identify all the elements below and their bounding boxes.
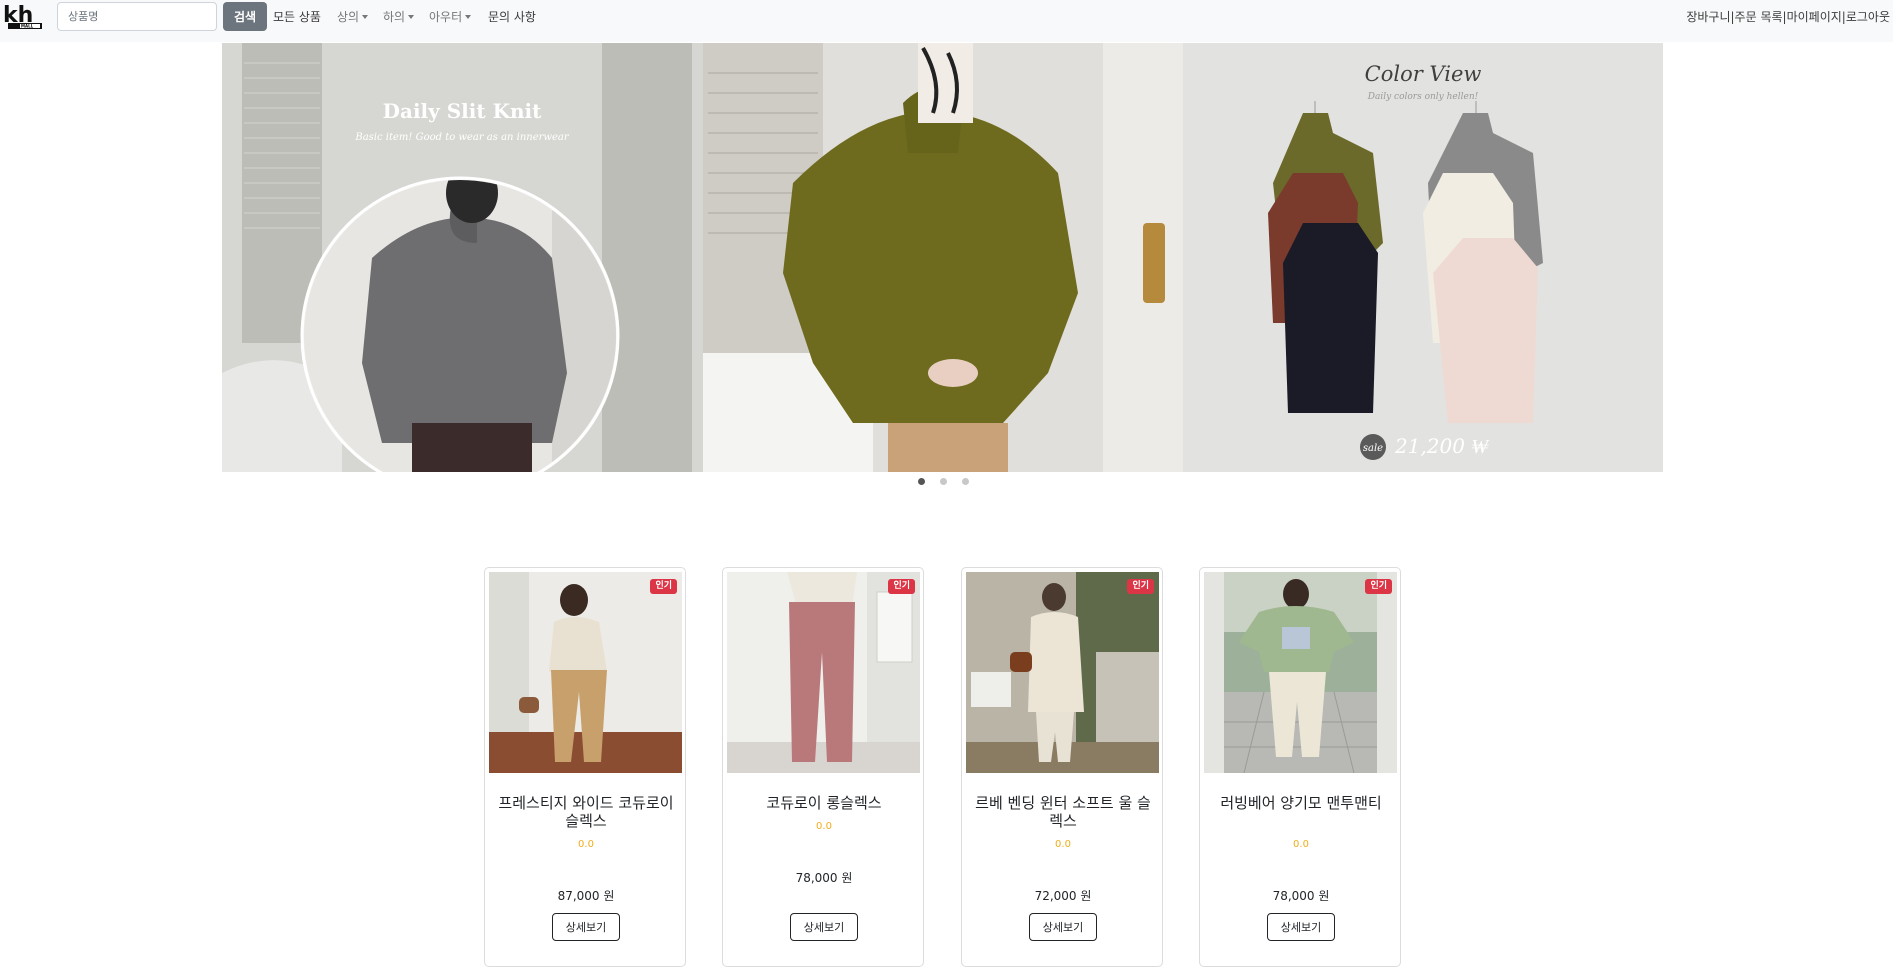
- slide1-title: Daily Slit Knit: [383, 99, 542, 123]
- product-name[interactable]: 르베 벤딩 윈터 소프트 울 슬렉스: [970, 794, 1156, 830]
- product-card[interactable]: 인기 코듀로이 롱슬렉스 0.0 78,000 원 상세보기: [722, 567, 924, 967]
- nav-orders[interactable]: 주문 목록: [1735, 0, 1783, 34]
- product-image[interactable]: 인기: [727, 572, 920, 773]
- product-name[interactable]: 프레스티지 와이드 코듀로이 슬렉스: [493, 794, 679, 830]
- product-price: 72,000 원: [1034, 889, 1092, 903]
- product-rating: 0.0: [578, 839, 594, 850]
- carousel-slide-daily-slit-knit: Daily Slit Knit Basic item! Good to wear…: [222, 43, 703, 472]
- product-rating: 0.0: [1293, 839, 1309, 850]
- slide-image-olive-knit: [703, 43, 1183, 472]
- detail-button[interactable]: 상세보기: [1029, 913, 1097, 941]
- nav-logout[interactable]: 로그아웃: [1846, 0, 1890, 34]
- nav-outerwear-label: 아우터: [429, 10, 463, 24]
- product-price: 87,000 원: [557, 889, 615, 903]
- nav-outerwear-dropdown[interactable]: 아우터: [429, 0, 472, 34]
- product-name[interactable]: 코듀로이 롱슬렉스: [731, 794, 917, 812]
- product-image[interactable]: 인기: [966, 572, 1159, 773]
- carousel-slide-color-view: Color View Daily colors only hellen! sal…: [1183, 43, 1663, 472]
- slide-image-color-view: Color View Daily colors only hellen! sal…: [1183, 43, 1663, 472]
- carousel-indicator-2[interactable]: [940, 478, 947, 485]
- slide3-title: Color View: [1365, 62, 1482, 86]
- carousel-slide-olive-knit: [703, 43, 1183, 472]
- user-links: 장바구니 | 주문 목록 | 마이페이지 | 로그아웃: [1686, 0, 1890, 34]
- product-card[interactable]: 인기 프레스티지 와이드 코듀로이 슬렉스 0.0 87,000 원 상세보기: [484, 567, 686, 967]
- kh-mall-logo[interactable]: kh MALL: [2, 1, 44, 33]
- search-input[interactable]: [57, 2, 217, 31]
- nav-notices[interactable]: 문의 사항: [488, 0, 536, 34]
- nav-tops-label: 상의: [337, 10, 360, 24]
- popular-badge: 인기: [888, 579, 915, 594]
- product-image[interactable]: 인기: [489, 572, 682, 773]
- product-card[interactable]: 인기 르베 벤딩 윈터 소프트 울 슬렉스 0.0 72,000 원 상세보기: [961, 567, 1163, 967]
- nav-bottoms-dropdown[interactable]: 하의: [383, 0, 415, 34]
- slide3-price: 21,200 ₩: [1394, 434, 1490, 458]
- nav-cart[interactable]: 장바구니: [1686, 0, 1730, 34]
- carousel-indicator-3[interactable]: [962, 478, 969, 485]
- hero-carousel[interactable]: Daily Slit Knit Basic item! Good to wear…: [222, 43, 1663, 472]
- product-name[interactable]: 러빙베어 양기모 맨투맨티: [1208, 794, 1394, 812]
- caret-down-icon: [408, 15, 415, 19]
- product-image[interactable]: 인기: [1204, 572, 1397, 773]
- popular-badge: 인기: [1127, 579, 1154, 594]
- product-rating: 0.0: [816, 821, 832, 832]
- nav-bottoms-label: 하의: [383, 10, 406, 24]
- carousel-indicators: [0, 478, 1893, 486]
- product-price: 78,000 원: [795, 871, 853, 885]
- svg-text:MALL: MALL: [21, 24, 34, 29]
- slide3-sale-label: sale: [1363, 443, 1383, 454]
- top-navbar: kh MALL 검색 모든 상품 상의 하의 아우터 문의 사항 장바구니 | …: [0, 0, 1893, 42]
- caret-down-icon: [465, 15, 472, 19]
- slide3-subtitle: Daily colors only hellen!: [1367, 92, 1479, 102]
- detail-button[interactable]: 상세보기: [1267, 913, 1335, 941]
- detail-button[interactable]: 상세보기: [790, 913, 858, 941]
- caret-down-icon: [362, 15, 369, 19]
- product-price: 78,000 원: [1272, 889, 1330, 903]
- product-card[interactable]: 인기 러빙베어 양기모 맨투맨티 0.0 78,000 원 상세보기: [1199, 567, 1401, 967]
- carousel-indicator-1[interactable]: [918, 478, 925, 485]
- nav-all-products[interactable]: 모든 상품: [273, 0, 321, 34]
- nav-tops-dropdown[interactable]: 상의: [337, 0, 369, 34]
- detail-button[interactable]: 상세보기: [552, 913, 620, 941]
- popular-badge: 인기: [650, 579, 677, 594]
- slide-image-grey-knit: Daily Slit Knit Basic item! Good to wear…: [222, 43, 703, 472]
- slide1-subtitle: Basic item! Good to wear as an innerwear: [354, 132, 570, 143]
- search-button[interactable]: 검색: [223, 2, 267, 31]
- nav-mypage[interactable]: 마이페이지: [1787, 0, 1842, 34]
- product-rating: 0.0: [1055, 839, 1071, 850]
- popular-badge: 인기: [1365, 579, 1392, 594]
